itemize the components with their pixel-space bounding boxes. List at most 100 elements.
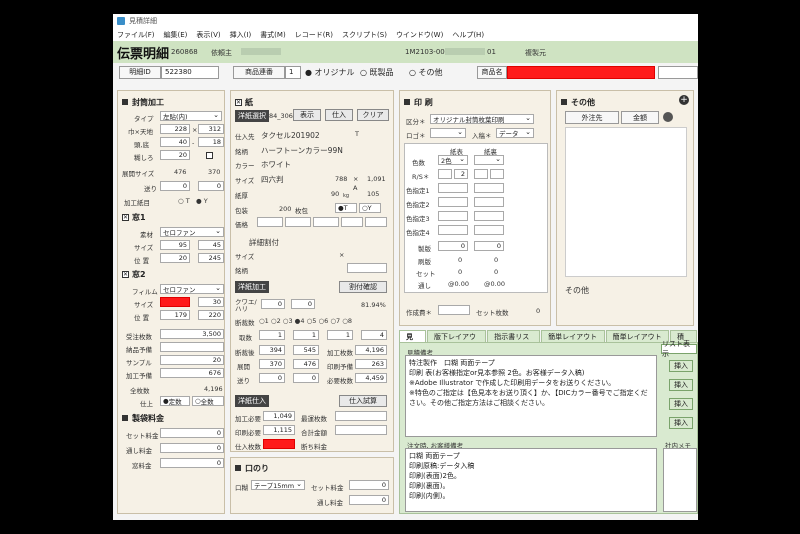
order-qty-input[interactable]: 3,500 xyxy=(160,329,224,339)
product-no-value[interactable]: 1 xyxy=(285,65,301,79)
pack-t-radio[interactable]: ● T xyxy=(335,203,357,213)
paper-dir-t[interactable]: ○ T xyxy=(178,197,190,205)
price-input-3[interactable] xyxy=(313,217,339,227)
print-need-input[interactable]: 1,115 xyxy=(263,425,295,435)
add-icon[interactable]: + xyxy=(679,95,689,105)
take2b-input[interactable]: 1 xyxy=(327,330,353,340)
send1-input[interactable]: 0 xyxy=(160,181,190,191)
product-name-field[interactable] xyxy=(507,65,655,79)
menu-view[interactable]: 表示(V) xyxy=(196,30,220,40)
cut-radio-2[interactable]: ○2 xyxy=(271,317,281,325)
paper-clear-button[interactable]: クリア xyxy=(357,109,389,121)
need-qty-input[interactable]: 4,459 xyxy=(355,373,387,383)
option-ready[interactable]: ○ 既製品 xyxy=(360,67,394,78)
gusset-top-input[interactable]: 40 xyxy=(160,137,190,147)
paper-buy-button[interactable]: 仕入 xyxy=(325,109,353,121)
spec1-back[interactable] xyxy=(474,183,504,193)
p-send2-input[interactable]: 0 xyxy=(293,373,319,383)
gusset-bottom-input[interactable]: 18 xyxy=(198,137,224,147)
other-list[interactable] xyxy=(565,127,687,277)
material-select[interactable]: セロファン xyxy=(160,227,224,237)
logo-select[interactable] xyxy=(430,128,466,138)
internal-memo-textarea[interactable] xyxy=(663,448,697,512)
glue-set-fee-input[interactable]: 0 xyxy=(349,480,389,490)
paper-view-button[interactable]: 表示 xyxy=(293,109,321,121)
tape-select[interactable]: テープ15mm xyxy=(251,480,305,490)
cut-radio-3[interactable]: ○3 xyxy=(283,317,293,325)
process-input[interactable]: 676 xyxy=(160,368,224,378)
buy-calc-button[interactable]: 仕入試算 xyxy=(339,395,387,407)
take3-input[interactable]: 4 xyxy=(361,330,387,340)
set-fee-input[interactable]: 0 xyxy=(160,428,224,438)
take1-input[interactable]: 1 xyxy=(259,330,285,340)
p-unfold2-input[interactable]: 476 xyxy=(293,359,319,369)
cut1-input[interactable]: 394 xyxy=(259,345,285,355)
take2-input[interactable]: 1 xyxy=(293,330,319,340)
window-fee-input[interactable]: 0 xyxy=(160,458,224,468)
paper-dir-y[interactable]: ● Y xyxy=(196,197,208,205)
insert-button-1[interactable]: 挿入 xyxy=(669,360,693,372)
w1-pos-y[interactable]: 245 xyxy=(198,253,224,263)
finish-all[interactable]: ○ 全数 xyxy=(192,396,224,406)
order-remark-textarea[interactable]: 口糊 両面テープ 印刷原稿:データ入稿 印刷(表面)2色。 印刷(裏面)。 印刷… xyxy=(405,448,657,512)
cut-radio-1[interactable]: ○1 xyxy=(259,317,269,325)
quad2-input[interactable]: 0 xyxy=(291,299,315,309)
cut-count-radios[interactable]: ○1 ○2 ○3 ●4 ○5 ○6 ○7 ○8 xyxy=(259,317,352,325)
sample-input[interactable]: 20 xyxy=(160,355,224,365)
cut-radio-6[interactable]: ○6 xyxy=(318,317,328,325)
insert-button-3[interactable]: 挿入 xyxy=(669,398,693,410)
w2-pos-x[interactable]: 179 xyxy=(160,310,190,320)
insert-button-4[interactable]: 挿入 xyxy=(669,417,693,429)
plate-front[interactable]: 0 xyxy=(438,241,468,251)
spec3-front[interactable] xyxy=(438,211,468,221)
w2-size-height[interactable]: 30 xyxy=(198,297,224,307)
rs-input-2[interactable]: 2 xyxy=(454,169,468,179)
detail-brand-input[interactable] xyxy=(347,263,387,273)
spec1-front[interactable] xyxy=(438,183,468,193)
cut-confirm-button[interactable]: 割付確認 xyxy=(339,281,387,293)
window2-checkbox[interactable]: ✕ xyxy=(122,270,129,278)
spec4-front[interactable] xyxy=(438,225,468,235)
cut2-input[interactable]: 545 xyxy=(293,345,319,355)
price-input-2[interactable] xyxy=(285,217,311,227)
w1-size-width[interactable]: 95 xyxy=(160,240,190,250)
w2-pos-y[interactable]: 220 xyxy=(198,310,224,320)
spec3-back[interactable] xyxy=(474,211,504,221)
entry-select[interactable]: データ xyxy=(496,128,534,138)
flap-input[interactable]: 20 xyxy=(160,150,190,160)
pack-y-radio[interactable]: ○ Y xyxy=(359,203,381,213)
rs-input-4[interactable] xyxy=(490,169,504,179)
menu-window[interactable]: ウインドウ(W) xyxy=(396,30,443,40)
remark-textarea[interactable]: 特注製作 口糊 両面テープ 印刷 表(お客様指定or見本参照 2色。お客様データ… xyxy=(405,355,657,437)
menu-file[interactable]: ファイル(F) xyxy=(117,30,155,40)
cut-radio-4[interactable]: ●4 xyxy=(295,317,305,325)
buy-qty-input[interactable] xyxy=(263,439,295,449)
spec2-front[interactable] xyxy=(438,197,468,207)
cut-radio-5[interactable]: ○5 xyxy=(307,317,317,325)
insert-button-2[interactable]: 挿入 xyxy=(669,379,693,391)
pass-fee-input[interactable]: 0 xyxy=(160,443,224,453)
menu-format[interactable]: 書式(M) xyxy=(260,30,286,40)
spec2-back[interactable] xyxy=(474,197,504,207)
menu-insert[interactable]: 挿入(I) xyxy=(230,30,252,40)
quad1-input[interactable]: 0 xyxy=(261,299,285,309)
cut-radio-8[interactable]: ○8 xyxy=(342,317,352,325)
window1-checkbox[interactable]: ✕ xyxy=(122,213,129,221)
rs-input-1[interactable] xyxy=(438,169,452,179)
colors-back-select[interactable] xyxy=(474,155,504,165)
search-icon[interactable] xyxy=(663,112,673,122)
colors-front-select[interactable]: 2色 xyxy=(438,155,468,165)
p-send1-input[interactable]: 0 xyxy=(259,373,285,383)
delivery-input[interactable] xyxy=(160,342,224,352)
w1-size-height[interactable]: 45 xyxy=(198,240,224,250)
min-fee-input[interactable] xyxy=(335,411,387,421)
height-input[interactable]: 312 xyxy=(198,124,224,134)
menu-script[interactable]: スクリプト(S) xyxy=(342,30,387,40)
w2-size-width[interactable] xyxy=(160,297,190,307)
finish-fixed[interactable]: ● 定数 xyxy=(160,396,190,406)
type-select[interactable]: 左貼(内) xyxy=(160,111,222,121)
detail-id-value[interactable]: 522380 xyxy=(161,65,219,79)
option-other[interactable]: ○ その他 xyxy=(409,67,443,78)
price-input-5[interactable] xyxy=(365,217,387,227)
w1-pos-x[interactable]: 20 xyxy=(160,253,190,263)
